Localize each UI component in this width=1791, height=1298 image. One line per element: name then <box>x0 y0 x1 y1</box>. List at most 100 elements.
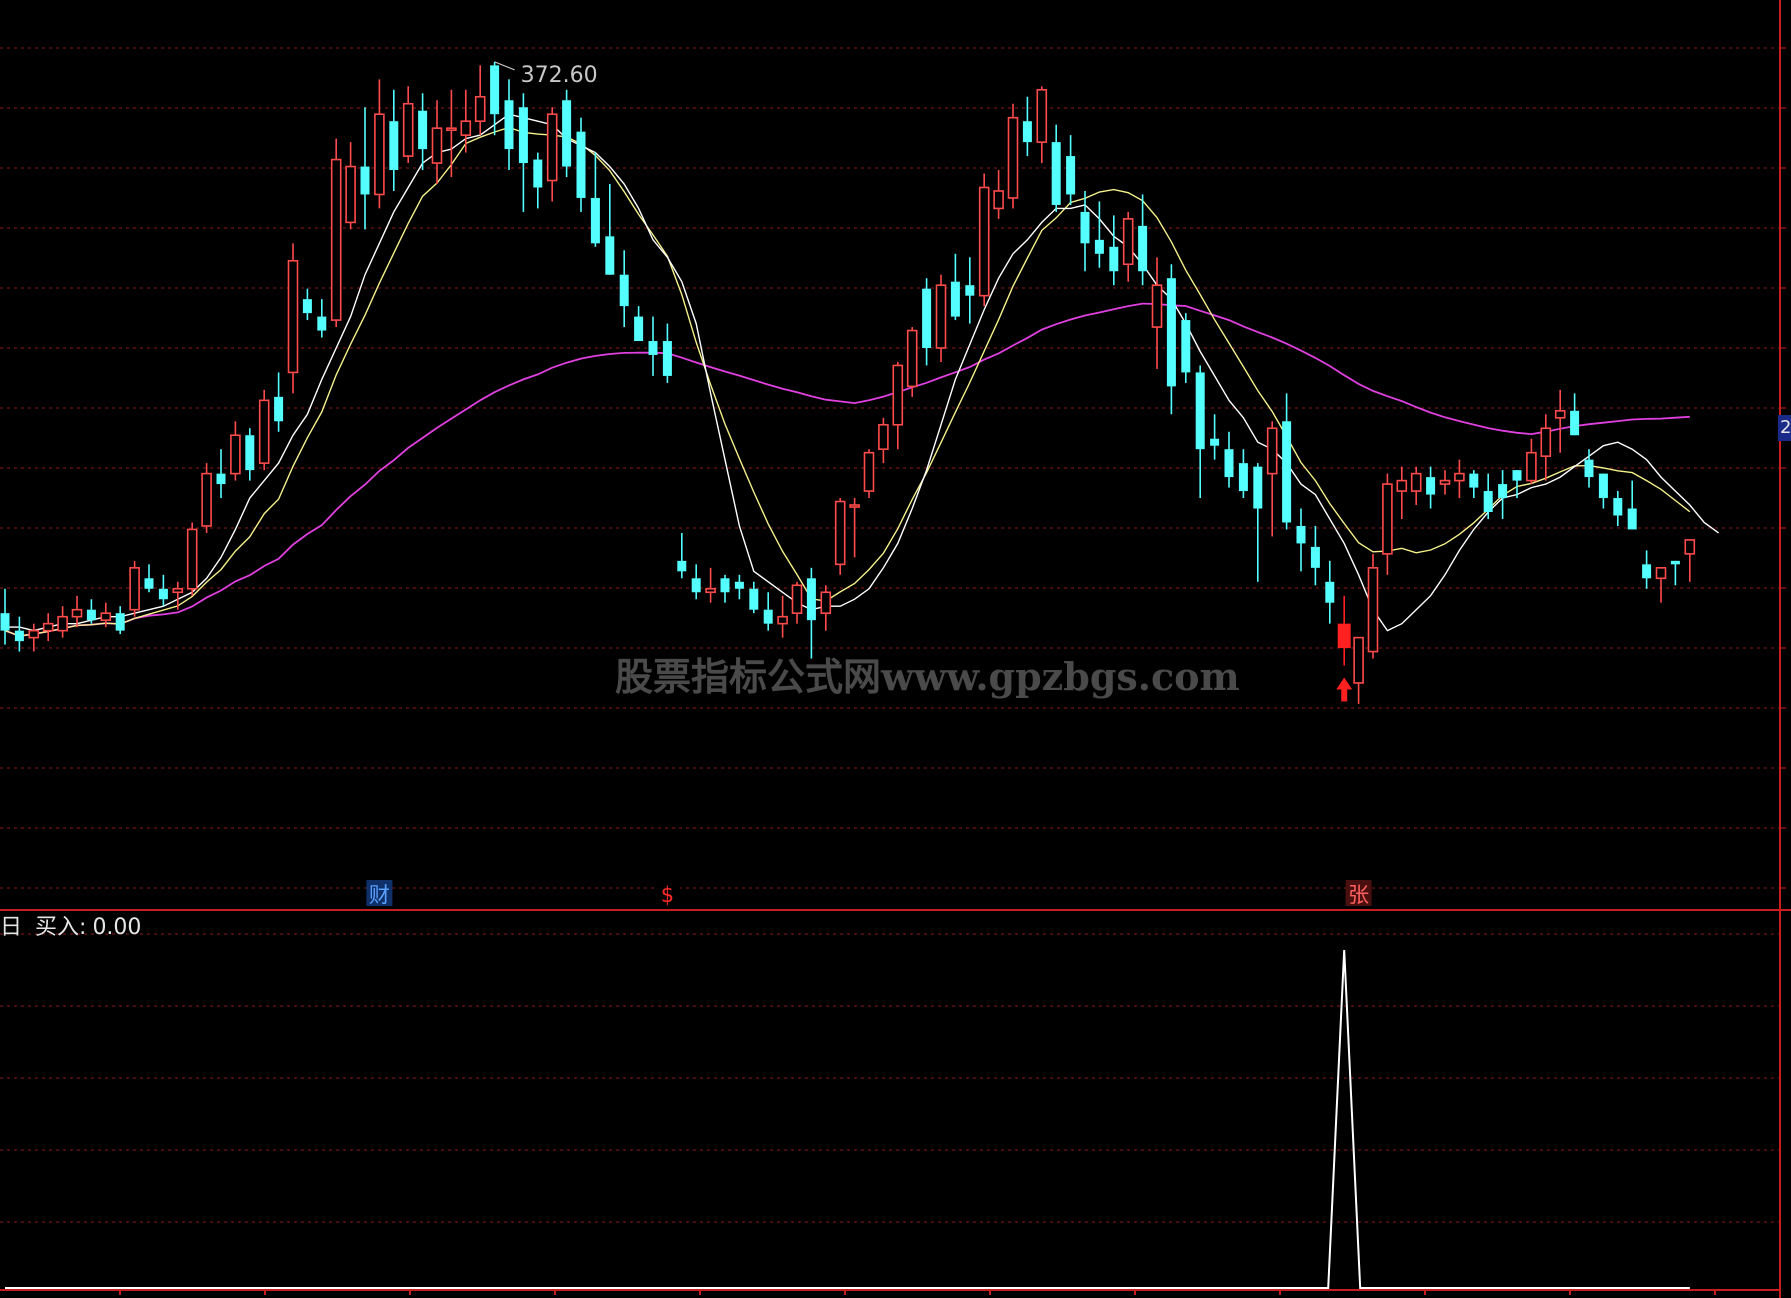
candle-body <box>648 341 658 355</box>
ma-mid-line <box>4 126 1691 637</box>
candle-body <box>317 316 327 331</box>
event-marker[interactable]: 财 <box>369 883 390 907</box>
candle-body <box>129 567 140 611</box>
candle-body <box>330 158 342 321</box>
candle-body <box>14 630 24 642</box>
candle-body <box>576 131 586 198</box>
candle-body <box>115 613 125 631</box>
candle-body <box>1627 508 1637 530</box>
candle <box>978 173 990 307</box>
candle <box>1138 194 1148 286</box>
candle-body <box>1036 88 1048 143</box>
candle <box>1469 470 1479 499</box>
watermark-text: 股票指标公式网www.gpzbgs.com <box>615 654 1240 699</box>
signal-indicator <box>5 949 1690 1289</box>
candle <box>28 623 40 652</box>
candle <box>1410 466 1422 506</box>
ma-fast-line <box>5 113 1720 632</box>
candle <box>705 567 716 603</box>
candle-body <box>1540 427 1552 457</box>
candle-body <box>978 186 990 297</box>
candle-body <box>1454 472 1465 482</box>
candle-body <box>605 236 615 275</box>
candle <box>216 449 226 499</box>
candle-body <box>418 110 428 150</box>
candle-body <box>1353 636 1364 684</box>
candle-body <box>360 166 370 195</box>
candle-body <box>100 612 112 621</box>
candle <box>634 306 644 342</box>
candle-body <box>374 113 385 196</box>
candle <box>1036 86 1048 164</box>
candle-body <box>42 622 54 632</box>
candle <box>172 581 184 610</box>
candle <box>57 606 68 638</box>
candle-body <box>878 423 889 450</box>
candle-body <box>806 578 816 621</box>
candle <box>1210 414 1220 460</box>
candle <box>749 581 759 614</box>
candle <box>691 564 701 600</box>
candle <box>1498 470 1508 519</box>
candle <box>144 564 154 593</box>
right-axis-tag[interactable]: 2 <box>1778 415 1791 441</box>
candle-body <box>474 95 486 122</box>
candle-body <box>345 165 356 224</box>
candle <box>1282 393 1292 530</box>
candle-body <box>389 121 399 171</box>
candle-body <box>546 113 558 182</box>
candle-body <box>749 588 759 610</box>
candle <box>1007 103 1019 209</box>
candle <box>431 100 443 184</box>
event-marker[interactable]: 张 <box>1348 883 1369 907</box>
candle-body <box>1670 560 1680 565</box>
candle-body <box>1122 218 1134 266</box>
candle-body <box>28 629 40 639</box>
candle-body <box>158 588 168 600</box>
candle <box>360 107 370 230</box>
candle-body <box>144 578 154 589</box>
candle <box>1554 389 1566 453</box>
candle-body <box>1051 142 1061 205</box>
buy-signal-line <box>5 949 1690 1289</box>
candle <box>1367 553 1379 659</box>
candle <box>922 278 932 366</box>
candle-body <box>1282 421 1292 523</box>
candle-body <box>892 364 904 426</box>
candle-body <box>1426 477 1436 495</box>
candle-body <box>1498 484 1508 499</box>
candle <box>820 585 832 631</box>
candle <box>345 142 356 230</box>
event-marker[interactable]: $ <box>661 883 674 907</box>
candle-body <box>1570 410 1580 436</box>
candle-body <box>1210 438 1220 446</box>
candle <box>1122 211 1134 282</box>
candle-body <box>57 615 68 632</box>
candle-body <box>1410 472 1422 492</box>
candle-body <box>1337 623 1351 649</box>
candle <box>1296 508 1306 572</box>
candle <box>1670 560 1680 586</box>
candle <box>1526 438 1537 485</box>
candle <box>1570 393 1580 436</box>
candle-body <box>849 504 860 508</box>
candle <box>317 299 327 338</box>
candle-body <box>1238 463 1248 492</box>
candle <box>1684 539 1696 582</box>
candle-body <box>1022 121 1032 143</box>
candle-body <box>863 451 875 492</box>
candle-body <box>1310 546 1320 568</box>
candle <box>834 498 846 575</box>
candle <box>863 449 875 499</box>
candle-body <box>402 102 414 157</box>
candle <box>1094 201 1104 268</box>
candle <box>1655 567 1667 603</box>
candle <box>878 417 889 464</box>
candle <box>86 599 96 624</box>
candle <box>677 532 687 579</box>
candle-body <box>1584 459 1594 478</box>
event-markers: 财 $ 张 <box>366 880 1372 907</box>
candle-body <box>71 608 83 618</box>
candle <box>518 93 528 212</box>
candle-body <box>720 578 730 593</box>
